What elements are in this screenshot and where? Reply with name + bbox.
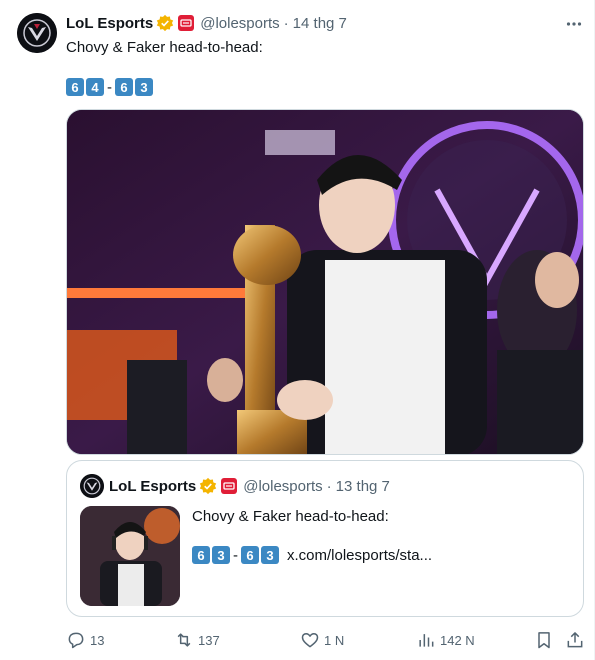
keycap: 6	[192, 546, 210, 564]
author-handle[interactable]: @lolesports	[200, 15, 279, 32]
bookmark-button[interactable]	[534, 628, 554, 652]
lol-logo-icon	[80, 474, 104, 498]
score-dash: -	[233, 546, 238, 564]
views-count: 142 N	[440, 632, 475, 648]
quote-thumbnail	[80, 506, 180, 606]
reply-count: 13	[90, 632, 105, 648]
quote-avatar	[80, 474, 104, 498]
separator: ·	[283, 14, 289, 32]
quote-author-name: LoL Esports	[109, 477, 197, 495]
quoted-tweet[interactable]: LoL Esports @lolesports · 13 thg 7 Chovy…	[66, 460, 584, 617]
reply-icon	[68, 632, 84, 649]
separator: ·	[326, 477, 332, 495]
avatar[interactable]	[17, 13, 57, 53]
affiliate-badge-icon	[178, 15, 195, 31]
timestamp[interactable]: 14 thg 7	[293, 15, 347, 32]
affiliate-badge-icon	[221, 478, 238, 494]
tweet-photo[interactable]	[66, 109, 584, 455]
keycap: 6	[241, 546, 259, 564]
quote-score: 6 3 - 6 3 x.com/lolesports/sta...	[192, 546, 432, 564]
reply-button[interactable]: 13	[66, 628, 104, 652]
views-button[interactable]: 142 N	[416, 628, 475, 652]
repost-button[interactable]: 137	[174, 628, 220, 652]
tweet[interactable]: LoL Esports @lolesports · 14 thg 7 Chovy…	[0, 0, 595, 660]
quote-link[interactable]: x.com/lolesports/sta...	[287, 547, 432, 564]
trophy-photo	[67, 110, 583, 454]
quote-text: Chovy & Faker head-to-head:	[192, 508, 389, 525]
keycap: 3	[261, 546, 279, 564]
verified-badge-icon	[157, 14, 174, 32]
quote-author-handle: @lolesports	[243, 477, 323, 495]
action-bar: 13 137 1 N 142 N	[66, 628, 584, 652]
like-icon	[301, 633, 319, 648]
keycap: 6	[66, 78, 84, 96]
keycap: 3	[135, 78, 153, 96]
tweet-score: 6 4 - 6 3	[66, 78, 155, 96]
views-icon	[419, 634, 434, 647]
share-button[interactable]	[565, 628, 585, 652]
author-name[interactable]: LoL Esports	[66, 15, 153, 32]
share-icon	[567, 632, 583, 648]
quote-header: LoL Esports @lolesports · 13 thg 7	[109, 476, 390, 496]
like-count: 1 N	[324, 632, 345, 648]
score-dash: -	[107, 78, 112, 96]
like-button[interactable]: 1 N	[300, 628, 344, 652]
tweet-header: LoL Esports @lolesports · 14 thg 7	[66, 13, 347, 33]
lol-logo-icon	[17, 13, 57, 53]
keycap: 4	[86, 78, 104, 96]
quote-timestamp: 13 thg 7	[335, 477, 390, 495]
more-icon[interactable]	[562, 12, 586, 36]
tweet-text: Chovy & Faker head-to-head:	[66, 39, 263, 56]
keycap: 6	[115, 78, 133, 96]
verified-badge-icon	[200, 477, 217, 495]
bookmark-icon	[538, 632, 550, 649]
repost-icon	[177, 633, 191, 647]
keycap: 3	[212, 546, 230, 564]
repost-count: 137	[198, 632, 220, 648]
